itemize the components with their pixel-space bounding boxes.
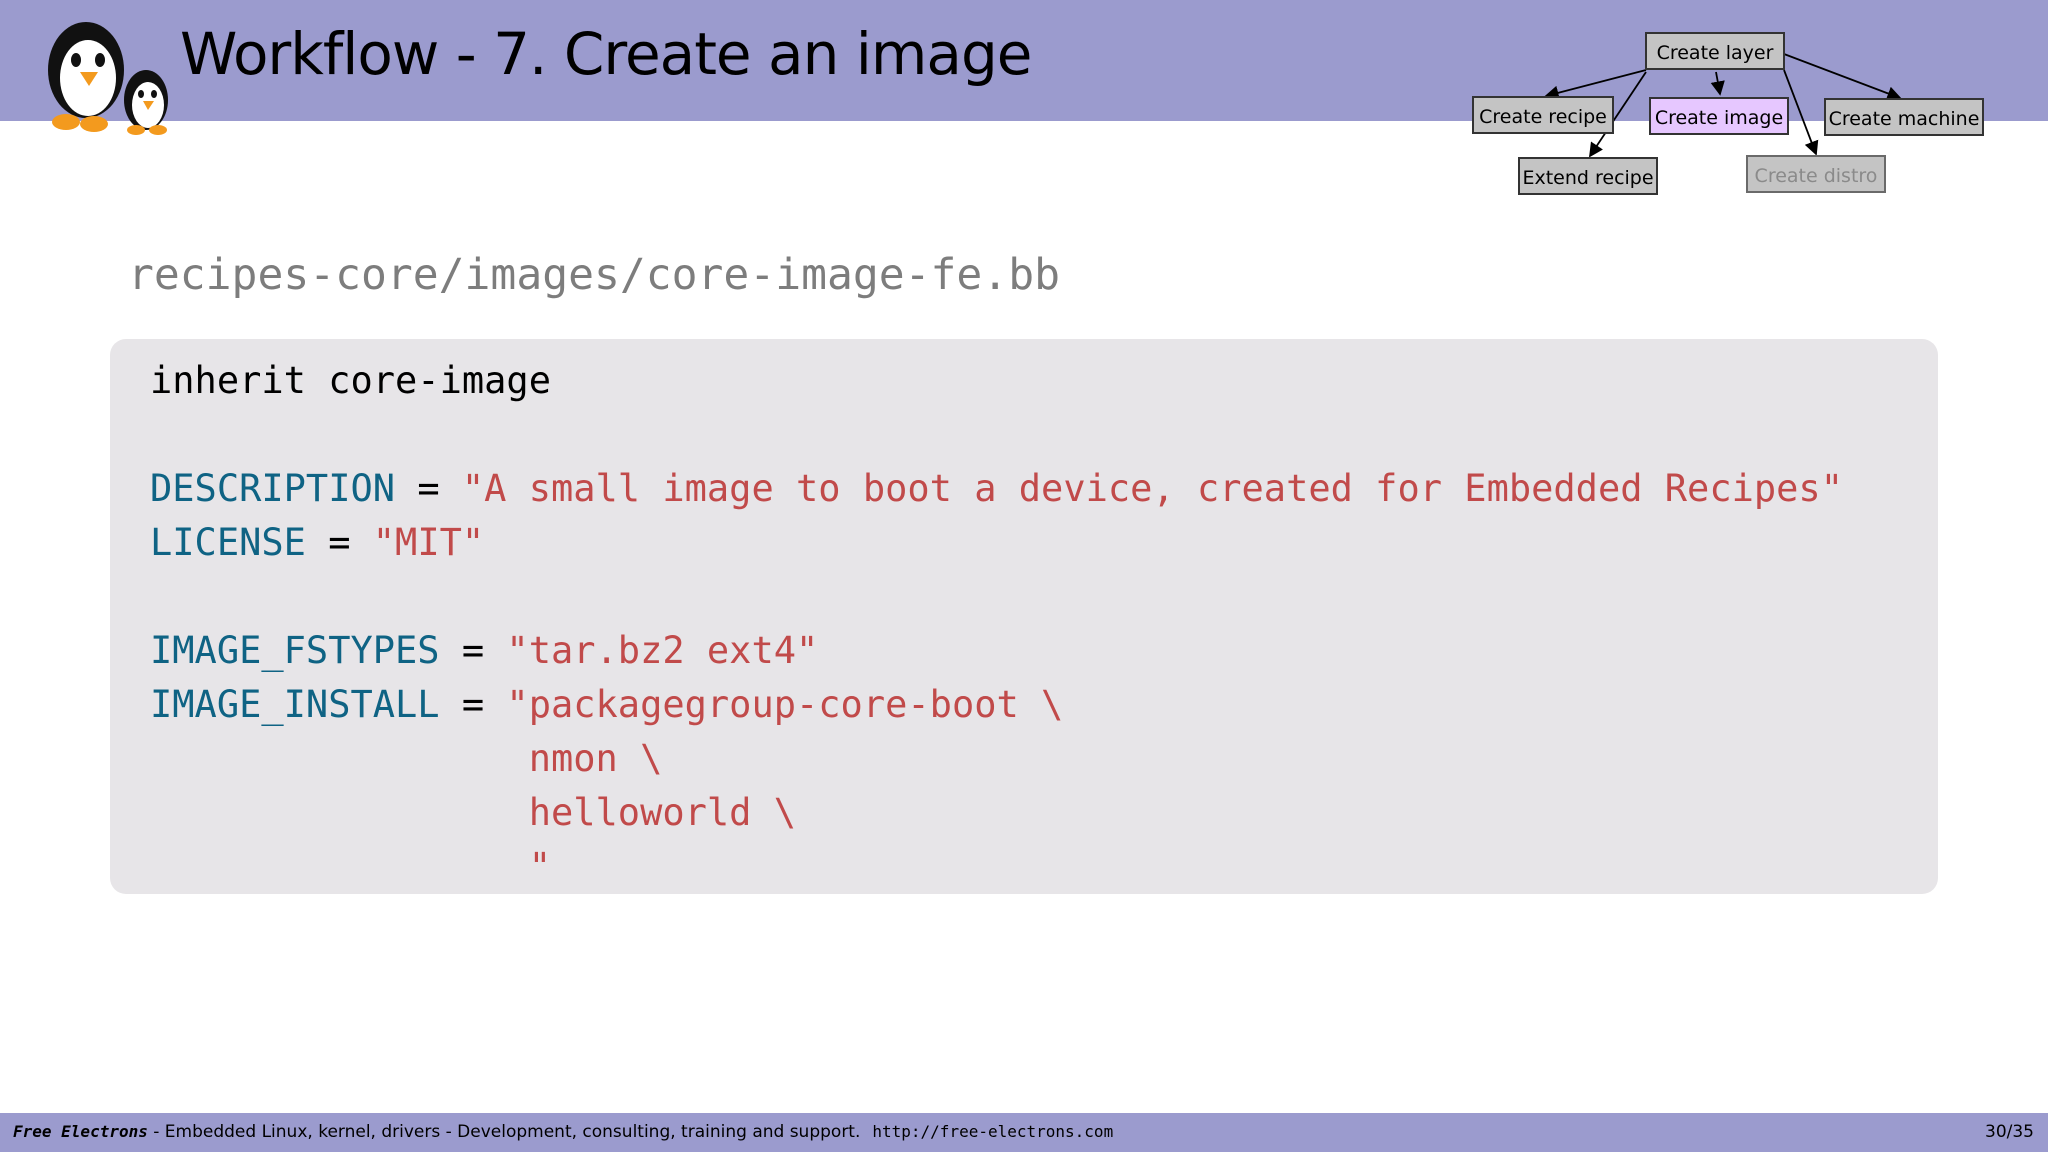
- penguin-logo-icon: [48, 22, 168, 135]
- code-val-install-4: ": [528, 845, 551, 888]
- code-key-description: DESCRIPTION: [150, 467, 396, 510]
- code-val-install-1: "packagegroup-core-boot \: [506, 683, 1064, 726]
- code-val-license: "MIT": [372, 521, 485, 564]
- code-val-install-2: nmon \: [528, 737, 663, 780]
- code-key-license: LICENSE: [150, 521, 306, 564]
- code-val-description: "A small image to boot a device, created…: [461, 467, 1843, 510]
- slide-title: Workflow - 7. Create an image: [180, 20, 1032, 88]
- node-create-image: Create image: [1649, 97, 1789, 135]
- footer-text: Free Electrons - Embedded Linux, kernel,…: [13, 1122, 1113, 1142]
- code-eq: =: [439, 683, 507, 726]
- node-create-recipe: Create recipe: [1472, 96, 1614, 134]
- code-key-fstypes: IMAGE_FSTYPES: [150, 629, 440, 672]
- footer-tagline: - Embedded Linux, kernel, drivers - Deve…: [147, 1122, 861, 1142]
- code-listing: inherit core-image DESCRIPTION = "A smal…: [150, 354, 1843, 894]
- footer-url[interactable]: http://free-electrons.com: [872, 1122, 1113, 1141]
- node-create-layer: Create layer: [1645, 32, 1785, 70]
- node-extend-recipe: Extend recipe: [1518, 157, 1658, 195]
- node-create-distro: Create distro: [1746, 155, 1886, 193]
- node-create-machine: Create machine: [1824, 98, 1984, 136]
- recipe-filename: recipes-core/images/core-image-fe.bb: [128, 250, 1060, 300]
- code-val-install-3: helloworld \: [528, 791, 797, 834]
- code-val-fstypes: "tar.bz2 ext4": [506, 629, 819, 672]
- code-key-install: IMAGE_INSTALL: [150, 683, 440, 726]
- footer-brand: Free Electrons: [13, 1122, 148, 1141]
- code-eq: =: [439, 629, 507, 672]
- code-eq: =: [305, 521, 373, 564]
- workflow-diagram: Create layer Create recipe Create image …: [1460, 26, 2000, 206]
- footer-bar: Free Electrons - Embedded Linux, kernel,…: [0, 1113, 2048, 1152]
- code-eq: =: [395, 467, 462, 510]
- code-line-inherit: inherit core-image: [150, 359, 551, 402]
- page-number: 30/35: [1985, 1122, 2034, 1142]
